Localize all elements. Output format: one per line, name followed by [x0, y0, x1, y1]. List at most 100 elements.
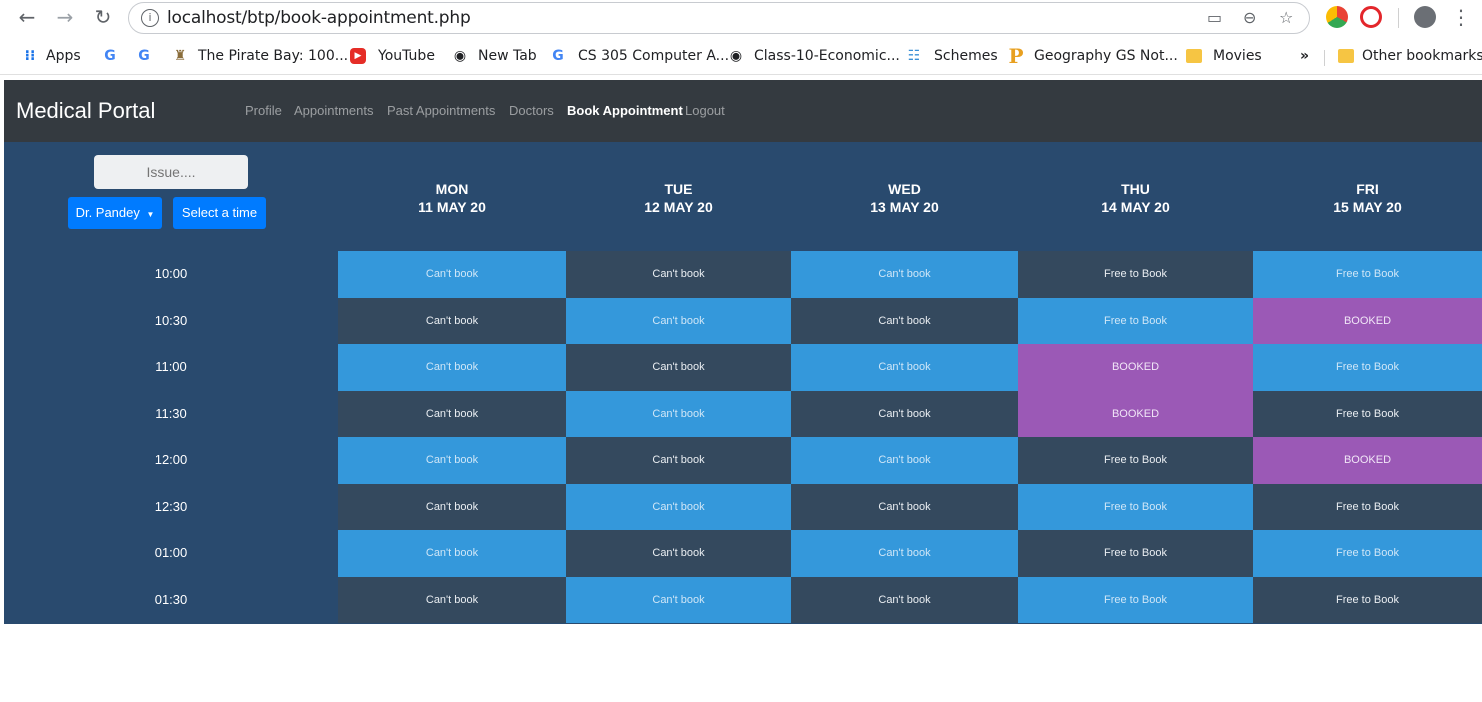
google-icon[interactable]: G	[136, 48, 152, 64]
unavailable-slot: Can't book	[338, 577, 566, 623]
bookmark-geography[interactable]: Geography GS Not...	[1034, 48, 1178, 64]
unavailable-slot: Can't book	[791, 391, 1018, 437]
time-label: 01:30	[154, 591, 188, 607]
bookmark-apps[interactable]: Apps	[46, 48, 81, 64]
unavailable-slot: Can't book	[338, 530, 566, 577]
free-slot[interactable]: Free to Book	[1018, 530, 1253, 577]
bookmark-pirate-bay[interactable]: The Pirate Bay: 100...	[198, 48, 348, 64]
free-slot[interactable]: Free to Book	[1253, 484, 1482, 530]
folder-icon	[1186, 49, 1202, 63]
unavailable-slot: Can't book	[338, 484, 566, 530]
free-slot[interactable]: Free to Book	[1018, 437, 1253, 484]
unavailable-slot: Can't book	[791, 484, 1018, 530]
pirate-ship-icon: ♜	[173, 48, 187, 64]
bookmark-class10[interactable]: Class-10-Economic...	[754, 48, 900, 64]
unavailable-slot: Can't book	[338, 344, 566, 391]
select-time-button[interactable]: Select a time	[173, 197, 266, 229]
google-icon[interactable]: G	[102, 48, 118, 64]
unavailable-slot: Can't book	[791, 577, 1018, 623]
google-icon: G	[552, 48, 564, 64]
unavailable-slot: Can't book	[566, 251, 791, 298]
free-slot[interactable]: Free to Book	[1018, 251, 1253, 298]
unavailable-slot: Can't book	[566, 437, 791, 484]
free-slot[interactable]: Free to Book	[1253, 391, 1482, 437]
day-name: THU	[1121, 181, 1150, 197]
unavailable-slot: Can't book	[791, 344, 1018, 391]
bookmark-new-tab[interactable]: New Tab	[478, 48, 537, 64]
day-header-fri: FRI 15 MAY 20	[1253, 180, 1482, 216]
nav-past-appointments[interactable]: Past Appointments	[387, 103, 495, 118]
unavailable-slot: Can't book	[566, 484, 791, 530]
day-name: WED	[888, 181, 921, 197]
schemes-icon: ☷	[907, 48, 921, 64]
day-date: 15 MAY 20	[1333, 199, 1402, 215]
toolbar-divider	[1398, 8, 1399, 28]
time-label: 11:00	[155, 359, 187, 374]
unavailable-slot: Can't book	[338, 251, 566, 298]
day-date: 12 MAY 20	[644, 199, 713, 215]
day-header-mon: MON 11 MAY 20	[338, 180, 566, 216]
globe-icon: ◉	[453, 48, 467, 64]
free-slot[interactable]: Free to Book	[1253, 577, 1482, 623]
free-slot[interactable]: Free to Book	[1018, 484, 1253, 530]
booked-slot: BOOKED	[1253, 437, 1482, 484]
address-bar[interactable]: i localhost/btp/book-appointment.php ▭ ⊖…	[128, 2, 1310, 34]
unavailable-slot: Can't book	[338, 391, 566, 437]
booked-slot: BOOKED	[1018, 391, 1253, 437]
cast-icon[interactable]: ▭	[1207, 8, 1222, 27]
info-icon[interactable]: i	[141, 9, 159, 27]
chevron-down-icon: ▼	[146, 210, 155, 219]
day-name: FRI	[1356, 181, 1379, 197]
browser-toolbar: ← → ↻ i localhost/btp/book-appointment.p…	[0, 0, 1482, 36]
forward-arrow-icon[interactable]: →	[52, 4, 78, 30]
star-icon[interactable]: ☆	[1279, 8, 1293, 27]
booked-slot: BOOKED	[1018, 344, 1253, 391]
opera-icon[interactable]	[1360, 6, 1382, 28]
avatar[interactable]	[1414, 6, 1436, 28]
free-slot[interactable]: Free to Book	[1253, 344, 1482, 391]
nav-profile[interactable]: Profile	[245, 103, 282, 118]
zoom-icon[interactable]: ⊖	[1243, 8, 1256, 27]
apps-grid-icon: ⁝⁝	[24, 48, 36, 64]
bookmark-other[interactable]: Other bookmarks	[1362, 48, 1482, 64]
bookmark-schemes[interactable]: Schemes	[934, 48, 998, 64]
unavailable-slot: Can't book	[791, 251, 1018, 298]
day-date: 13 MAY 20	[870, 199, 939, 215]
nav-logout[interactable]: Logout	[685, 103, 725, 118]
unavailable-slot: Can't book	[791, 437, 1018, 484]
unavailable-slot: Can't book	[566, 344, 791, 391]
appointment-calendar: Dr. Pandey ▼ Select a time MON 11 MAY 20 T…	[4, 142, 1482, 624]
free-slot[interactable]: Free to Book	[1018, 577, 1253, 623]
free-slot[interactable]: Free to Book	[1253, 251, 1482, 298]
free-slot[interactable]: Free to Book	[1018, 298, 1253, 344]
unavailable-slot: Can't book	[566, 391, 791, 437]
menu-icon[interactable]: ⋮	[1448, 4, 1474, 30]
nav-doctors[interactable]: Doctors	[509, 103, 554, 118]
unavailable-slot: Can't book	[566, 577, 791, 623]
bookmarks-overflow-chevron-icon[interactable]: »	[1300, 48, 1309, 64]
folder-icon	[1338, 49, 1354, 63]
nav-book-appointment[interactable]: Book Appointment	[567, 103, 683, 118]
bookmark-youtube[interactable]: YouTube	[378, 48, 435, 64]
url-text[interactable]: localhost/btp/book-appointment.php	[167, 8, 471, 28]
back-arrow-icon[interactable]: ←	[14, 4, 40, 30]
brand-title[interactable]: Medical Portal	[16, 98, 155, 124]
day-header-wed: WED 13 MAY 20	[791, 180, 1018, 216]
free-slot[interactable]: Free to Book	[1253, 530, 1482, 577]
day-date: 14 MAY 20	[1101, 199, 1170, 215]
unavailable-slot: Can't book	[566, 530, 791, 577]
day-header-tue: TUE 12 MAY 20	[566, 180, 791, 216]
youtube-icon: ▶	[350, 48, 366, 64]
time-label: 12:30	[154, 498, 188, 514]
doctor-dropdown[interactable]: Dr. Pandey ▼	[68, 197, 162, 229]
unavailable-slot: Can't book	[791, 530, 1018, 577]
issue-input[interactable]	[94, 155, 248, 189]
bookmark-movies[interactable]: Movies	[1213, 48, 1262, 64]
bookmark-divider	[1324, 50, 1325, 66]
day-name: MON	[435, 181, 469, 197]
bookmarks-bar: ⁝⁝ Apps G G ♜ The Pirate Bay: 100... ▶ Y…	[0, 40, 1482, 75]
extension-icon[interactable]	[1326, 6, 1348, 28]
bookmark-cs305[interactable]: CS 305 Computer A...	[578, 48, 729, 64]
reload-icon[interactable]: ↻	[90, 4, 116, 30]
nav-appointments[interactable]: Appointments	[294, 103, 374, 118]
